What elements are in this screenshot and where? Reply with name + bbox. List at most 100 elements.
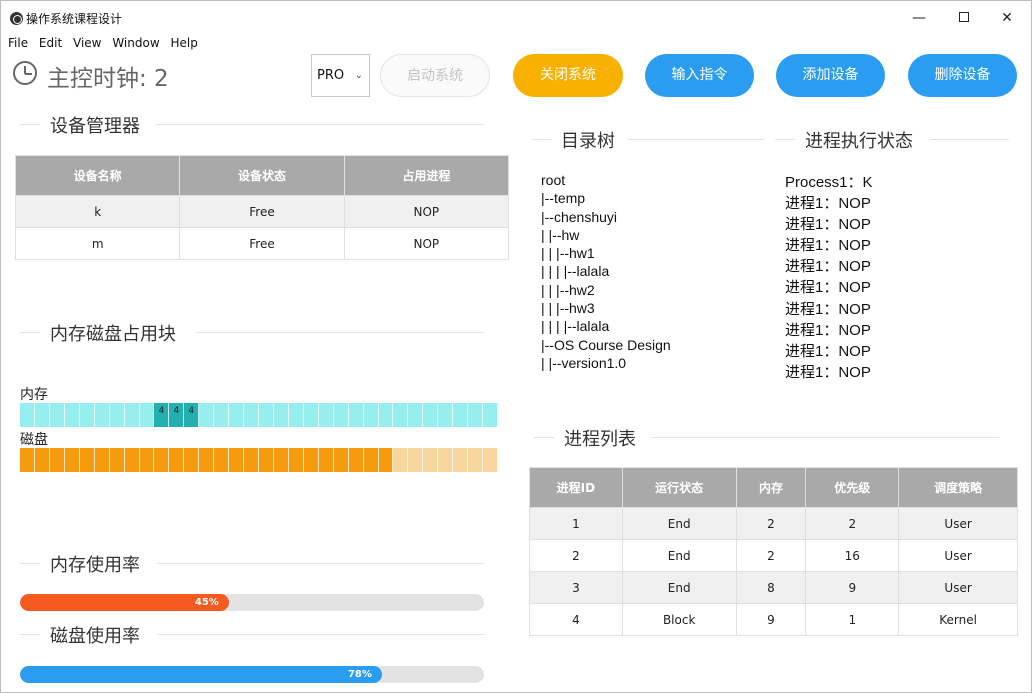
memory-block — [109, 403, 125, 427]
column-header[interactable]: 设备名称 — [14, 155, 181, 196]
divider — [20, 634, 40, 635]
process-memory-cell: 2 — [735, 507, 807, 540]
tree-node[interactable]: | | | |--lalala — [541, 317, 671, 335]
tree-node[interactable]: | | |--hw3 — [541, 299, 671, 317]
menu-bar: File Edit View Window Help — [8, 36, 205, 52]
divider — [628, 139, 764, 140]
memory-block — [303, 403, 319, 427]
maximize-button[interactable] — [951, 7, 977, 29]
process-priority-cell: 2 — [805, 507, 900, 540]
process-list-heading: 进程列表 — [534, 425, 999, 451]
disk-block — [393, 448, 409, 472]
process-status-line: 进程1：NOP — [785, 237, 871, 255]
tree-node[interactable]: | |--hw — [541, 226, 671, 244]
section-title: 进程执行状态 — [805, 131, 913, 152]
process-status-line: 进程1：NOP — [785, 216, 871, 234]
add-device-button[interactable]: 添加设备 — [776, 54, 885, 97]
disk-block — [49, 448, 65, 472]
disk-block — [169, 448, 185, 472]
column-header[interactable]: 设备状态 — [179, 155, 345, 196]
disk-block — [64, 448, 80, 472]
column-header[interactable]: 进程ID — [529, 467, 623, 508]
device-manager-heading: 设备管理器 — [20, 112, 485, 138]
minimize-button[interactable]: — — [906, 7, 932, 29]
tree-node[interactable]: |--OS Course Design — [541, 336, 671, 354]
disk-block — [438, 448, 454, 472]
title-bar: 操作系统课程设计 — ✕ — [1, 1, 1031, 35]
table-row[interactable]: 2 End 2 16 User — [529, 539, 1018, 572]
start-system-button[interactable]: 启动系统 — [380, 54, 490, 97]
column-header[interactable]: 调度策略 — [898, 467, 1018, 508]
table-header-row: 进程ID 运行状态 内存 优先级 调度策略 — [529, 467, 1018, 508]
tree-node[interactable]: | | |--hw2 — [541, 281, 671, 299]
directory-tree: root |--temp |--chenshuyi | |--hw | | |--hw1… — [541, 171, 671, 372]
process-priority-cell: 1 — [805, 603, 900, 636]
process-status-list: Process1：K 进程1：NOP 进程1：NOP 进程1：NOP 进程1：NOP 进程… — [785, 172, 873, 383]
process-state-cell: End — [621, 539, 737, 572]
table-row[interactable]: 3 End 8 9 User — [529, 571, 1018, 604]
menu-window[interactable]: Window — [112, 36, 159, 50]
table-row[interactable]: m Free NOP — [14, 227, 510, 260]
column-header[interactable]: 占用进程 — [343, 155, 510, 196]
input-command-button[interactable]: 输入指令 — [645, 54, 754, 97]
memory-block — [273, 403, 289, 427]
shutdown-system-button[interactable]: 关闭系统 — [513, 54, 623, 97]
disk-blocks — [20, 448, 498, 472]
mode-select-value: PRO — [317, 68, 345, 83]
process-state-cell: End — [621, 571, 737, 604]
disk-block — [363, 448, 379, 472]
column-header[interactable]: 优先级 — [805, 467, 900, 508]
maximize-icon — [959, 11, 969, 22]
memory-block — [244, 403, 259, 427]
app-logo-icon — [10, 12, 23, 25]
table-row[interactable]: k Free NOP — [14, 195, 510, 228]
mode-select[interactable]: PRO ⌄ — [311, 54, 370, 97]
divider — [20, 563, 40, 564]
memory-block — [139, 403, 155, 427]
tree-node[interactable]: |--chenshuyi — [541, 208, 671, 226]
column-header[interactable]: 内存 — [735, 467, 807, 508]
process-memory-cell: 9 — [735, 603, 807, 636]
process-state-cell: End — [621, 507, 737, 540]
disk-block — [184, 448, 200, 472]
close-button[interactable]: ✕ — [994, 7, 1020, 29]
process-status-line: 进程1：NOP — [785, 342, 871, 360]
section-title: 内存磁盘占用块 — [50, 324, 176, 345]
memory-blocks: 444 — [20, 403, 498, 427]
process-policy-cell: User — [898, 571, 1018, 604]
menu-help[interactable]: Help — [170, 36, 197, 50]
disk-usage-bar: 78% — [20, 666, 484, 683]
memory-block — [468, 403, 484, 427]
column-header[interactable]: 运行状态 — [621, 467, 737, 508]
tree-node[interactable]: |--temp — [541, 189, 671, 207]
delete-device-button[interactable]: 删除设备 — [908, 54, 1017, 97]
device-status-cell: Free — [179, 195, 345, 228]
memory-block — [348, 403, 364, 427]
section-title: 进程列表 — [564, 429, 636, 450]
memory-block — [453, 403, 469, 427]
disk-block — [139, 448, 155, 472]
device-table: 设备名称 设备状态 占用进程 k Free NOP m Free NOP — [14, 155, 510, 260]
menu-edit[interactable]: Edit — [39, 36, 62, 50]
process-status-heading: 进程执行状态 — [775, 127, 1009, 153]
tree-node[interactable]: | | | |--lalala — [541, 262, 671, 280]
disk-block — [154, 448, 170, 472]
memory-usage-percent: 45% — [194, 597, 219, 608]
tree-node[interactable]: | | |--hw1 — [541, 244, 671, 262]
menu-view[interactable]: View — [73, 36, 101, 50]
table-row[interactable]: 4 Block 9 1 Kernel — [529, 603, 1018, 636]
memory-block — [259, 403, 274, 427]
divider — [775, 139, 795, 140]
chevron-down-icon: ⌄ — [354, 70, 363, 81]
disk-block — [79, 448, 95, 472]
process-status-line: 进程1：NOP — [785, 363, 871, 381]
disk-block — [273, 448, 289, 472]
tree-node[interactable]: root — [541, 171, 671, 189]
process-policy-cell: User — [898, 507, 1018, 540]
divider — [157, 634, 485, 635]
divider — [531, 139, 551, 140]
disk-block — [124, 448, 140, 472]
table-row[interactable]: 1 End 2 2 User — [529, 507, 1018, 540]
tree-node[interactable]: | |--version1.0 — [541, 354, 671, 372]
menu-file[interactable]: File — [8, 36, 28, 50]
